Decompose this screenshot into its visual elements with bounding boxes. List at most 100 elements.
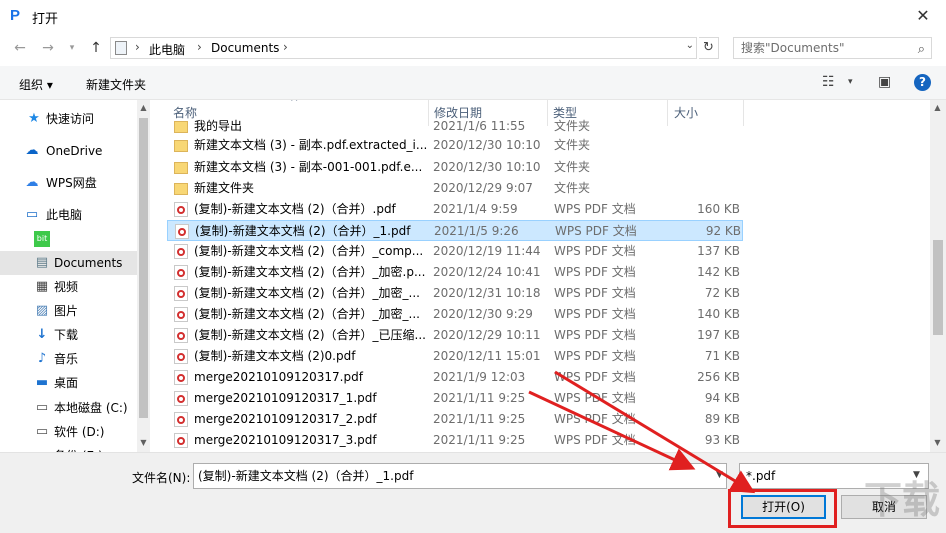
sidebar-scroll-thumb[interactable] [139,118,148,418]
pdf-file-icon [174,286,188,301]
list-item[interactable]: (复制)-新建文本文档 (2)（合并）_加密_... 2020/12/31 10… [167,283,743,304]
sidebar-item-label: 图片 [54,304,79,318]
file-size: 137 KB [697,244,740,258]
file-date: 2021/1/5 9:26 [434,224,519,238]
sidebar-item-label: 视频 [54,280,79,294]
scroll-down-icon[interactable]: ▼ [137,438,150,447]
sidebar-item-label: 桌面 [54,376,79,390]
sort-ascending-icon: ^ [290,100,299,108]
close-icon[interactable]: ✕ [900,0,946,32]
search-placeholder: 搜索"Documents" [741,41,845,55]
cloud-icon: ☁ [25,143,39,158]
scroll-down-icon[interactable]: ▼ [931,438,944,447]
video-icon: ▦ [35,279,49,294]
breadcrumb-this-pc[interactable]: 此电脑 [149,41,185,58]
preview-pane-icon[interactable]: ▣ [878,74,891,90]
chevron-right-icon[interactable]: › [283,40,288,54]
list-item[interactable]: merge20210109120317_2.pdf 2021/1/11 9:25… [167,409,743,430]
file-name: 新建文本文档 (3) - 副本.pdf.extracted_i... [194,138,428,152]
file-size: 256 KB [697,370,740,384]
list-item[interactable]: 新建文本文档 (3) - 副本.pdf.extracted_i... 2020/… [167,135,743,156]
file-name: merge20210109120317_3.pdf [194,433,377,447]
view-options-icon[interactable]: ☷ [822,74,835,90]
download-icon: ↓ [36,327,48,342]
file-name: merge20210109120317_1.pdf [194,391,377,405]
list-item[interactable]: (复制)-新建文本文档 (2)0.pdf 2020/12/11 15:01 WP… [167,346,743,367]
search-input[interactable]: 搜索"Documents" ⌕ [733,37,932,59]
cloud-icon: ☁ [25,175,39,190]
list-item[interactable]: 新建文件夹 2020/12/29 9:07 文件夹 [167,178,743,199]
drive-icon: ▭ [35,400,49,415]
file-size: 72 KB [704,286,740,300]
sidebar-item-this-pc[interactable]: ▭ 此电脑 [0,203,137,227]
chevron-right-icon[interactable]: › [135,40,140,54]
list-item[interactable]: merge20210109120317_3.pdf 2021/1/11 9:25… [167,430,743,451]
sidebar-item-drive-e[interactable]: ▭ 备份 (E:) [0,444,137,452]
file-name: (复制)-新建文本文档 (2)（合并）_1.pdf [195,224,411,238]
navigation-pane: ★ 快速访问 ☁ OneDrive ☁ WPS网盘 ▭ 此电脑 bit ▤ Do… [0,100,150,452]
sidebar-item-app[interactable]: bit [0,227,137,251]
address-bar[interactable]: › 此电脑 › Documents › ⌄ [110,37,697,59]
forward-arrow-icon[interactable]: → [38,38,58,58]
address-dropdown-icon[interactable]: ⌄ [686,40,694,51]
view-dropdown-icon[interactable]: ▾ [848,77,853,87]
refresh-icon[interactable]: ↻ [699,37,719,59]
title-bar: P 打开 ✕ [0,0,946,32]
list-item[interactable]: merge20210109120317.pdf 2021/1/9 12:03 W… [167,367,743,388]
sidebar-item-music[interactable]: ♪ 音乐 [0,347,137,371]
file-date: 2021/1/4 9:59 [433,202,518,216]
file-type: WPS PDF 文档 [554,391,636,405]
up-arrow-icon[interactable]: ↑ [86,38,106,58]
search-icon[interactable]: ⌕ [918,40,925,60]
sidebar-item-documents[interactable]: ▤ Documents [0,251,137,275]
list-item-selected[interactable]: (复制)-新建文本文档 (2)（合并）_1.pdf 2021/1/5 9:26 … [167,220,743,241]
file-type: WPS PDF 文档 [554,433,636,447]
file-date: 2021/1/9 12:03 [433,370,526,384]
file-type: 文件夹 [554,138,591,152]
new-folder-button[interactable]: 新建文件夹 [86,76,146,93]
list-item[interactable]: 新建文本文档 (3) - 副本-001-001.pdf.e... 2020/12… [167,157,743,178]
sidebar-item-videos[interactable]: ▦ 视频 [0,275,137,299]
file-date: 2020/12/30 9:29 [433,307,533,321]
sidebar-item-desktop[interactable]: ▬ 桌面 [0,371,137,395]
sidebar-item-drive-d[interactable]: ▭ 软件 (D:) [0,420,137,444]
sidebar-item-quick-access[interactable]: ★ 快速访问 [0,107,137,131]
list-item[interactable]: 我的导出 2021/1/6 11:55 文件夹 [167,116,743,137]
folder-icon [174,162,188,174]
file-date: 2021/1/11 9:25 [433,412,526,426]
sidebar-item-pictures[interactable]: ▨ 图片 [0,299,137,323]
command-toolbar: 组织 ▾ 新建文件夹 ☷ ▾ ▣ [0,66,946,100]
scroll-up-icon[interactable]: ▲ [137,103,150,112]
file-type: 文件夹 [554,160,591,174]
sidebar-item-onedrive[interactable]: ☁ OneDrive [0,139,137,163]
list-item[interactable]: (复制)-新建文本文档 (2)（合并）_加密.p... 2020/12/24 1… [167,262,743,283]
sidebar-item-downloads[interactable]: ↓ 下载 [0,323,137,347]
pdf-file-icon [174,265,188,280]
pdf-file-icon [174,349,188,364]
pdf-file-icon [175,224,189,239]
scroll-up-icon[interactable]: ▲ [931,103,944,112]
back-arrow-icon[interactable]: ← [10,38,30,58]
drive-icon: ▭ [35,424,49,439]
filename-input[interactable]: (复制)-新建文本文档 (2)（合并）_1.pdf [193,463,727,489]
sidebar-item-drive-c[interactable]: ▭ 本地磁盘 (C:) [0,396,137,420]
list-item[interactable]: (复制)-新建文本文档 (2)（合并）_comp... 2020/12/19 1… [167,241,743,262]
file-name: (复制)-新建文本文档 (2)0.pdf [194,349,356,363]
file-date: 2020/12/19 11:44 [433,244,541,258]
filename-dropdown-icon[interactable]: ▼ [716,470,723,480]
list-item[interactable]: (复制)-新建文本文档 (2)（合并）_已压缩... 2020/12/29 10… [167,325,743,346]
file-date: 2020/12/29 9:07 [433,181,533,195]
file-list-scroll-thumb[interactable] [933,240,943,335]
sidebar-item-wps-drive[interactable]: ☁ WPS网盘 [0,171,137,195]
list-item[interactable]: (复制)-新建文本文档 (2)（合并）_加密_... 2020/12/30 9:… [167,304,743,325]
help-icon[interactable]: ? [914,74,931,91]
chevron-right-icon[interactable]: › [197,40,202,54]
list-item[interactable]: merge20210109120317_1.pdf 2021/1/11 9:25… [167,388,743,409]
column-divider[interactable] [743,100,744,126]
file-name: (复制)-新建文本文档 (2)（合并）_加密.p... [194,265,426,279]
file-name: (复制)-新建文本文档 (2)（合并）_加密_... [194,286,420,300]
list-item[interactable]: (复制)-新建文本文档 (2)（合并）.pdf 2021/1/4 9:59 WP… [167,199,743,220]
recent-locations-chevron-icon[interactable]: ▾ [62,38,82,58]
breadcrumb-documents[interactable]: Documents [211,41,279,55]
organize-button[interactable]: 组织 ▾ [19,76,53,93]
